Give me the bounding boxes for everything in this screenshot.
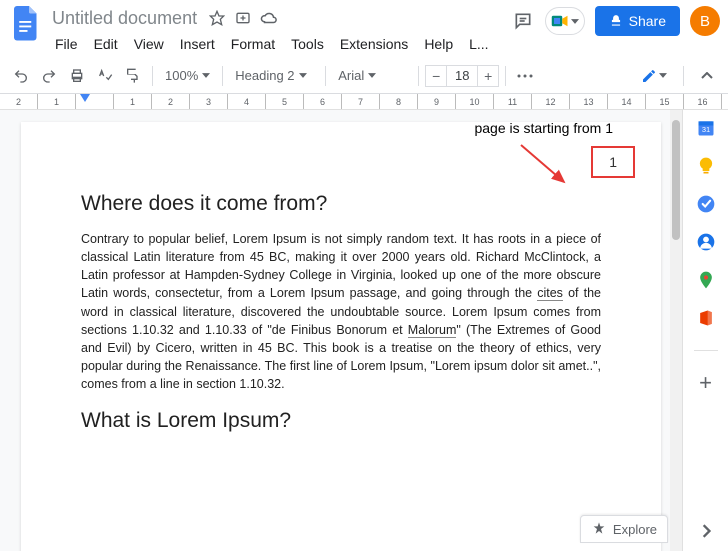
menu-view[interactable]: View <box>127 34 171 54</box>
main-area: page is starting from 1 1 Where does it … <box>0 110 728 551</box>
ruler-tick: 1 <box>38 94 76 109</box>
side-panel-separator <box>694 350 718 351</box>
ruler-tick: 15 <box>646 94 684 109</box>
menu-edit[interactable]: Edit <box>87 34 125 54</box>
menu-insert[interactable]: Insert <box>173 34 222 54</box>
font-size-increase[interactable]: + <box>477 65 499 87</box>
header-bar: Untitled document File Edit View Insert … <box>0 0 728 58</box>
menu-extensions[interactable]: Extensions <box>333 34 415 54</box>
document-scroll-area[interactable]: page is starting from 1 1 Where does it … <box>0 110 682 551</box>
style-dropdown[interactable]: Heading 2 <box>229 63 319 89</box>
ruler-tick: 13 <box>570 94 608 109</box>
heading-what-is[interactable]: What is Lorem Ipsum? <box>81 409 601 433</box>
ruler-tick: 10 <box>456 94 494 109</box>
ruler-tick: 4 <box>228 94 266 109</box>
font-dropdown[interactable]: Arial <box>332 63 412 89</box>
side-panel: 31 + <box>682 110 728 551</box>
collapse-side-panel-button[interactable] <box>696 521 716 541</box>
document-title[interactable]: Untitled document <box>48 8 201 29</box>
menu-file[interactable]: File <box>48 34 85 54</box>
menu-format[interactable]: Format <box>224 34 282 54</box>
separator <box>505 66 506 86</box>
underlined-word-cites: cites <box>537 286 563 301</box>
title-area: Untitled document File Edit View Insert … <box>48 6 511 56</box>
toolbar: 100% Heading 2 Arial − 18 + <box>0 58 728 94</box>
share-label: Share <box>629 13 666 29</box>
ruler-tick <box>722 94 728 109</box>
ruler-tick: 5 <box>266 94 304 109</box>
ruler-tick: 6 <box>304 94 342 109</box>
vertical-scrollbar[interactable] <box>670 110 682 551</box>
toolbar-right <box>635 63 720 89</box>
annotation-text: page is starting from 1 <box>474 120 613 136</box>
style-value: Heading 2 <box>235 68 294 83</box>
ruler-tick: 14 <box>608 94 646 109</box>
contacts-icon[interactable] <box>696 232 716 252</box>
ruler-tick: 8 <box>380 94 418 109</box>
docs-logo[interactable] <box>8 6 44 42</box>
heading-where-from[interactable]: Where does it come from? <box>81 192 601 216</box>
ruler-tick: 2 <box>152 94 190 109</box>
office-icon[interactable] <box>696 308 716 328</box>
ruler-tick: 3 <box>190 94 228 109</box>
ruler-tick: 7 <box>342 94 380 109</box>
menu-help[interactable]: Help <box>417 34 460 54</box>
ruler-tick: 11 <box>494 94 532 109</box>
add-addon-button[interactable]: + <box>696 373 716 393</box>
redo-button[interactable] <box>36 63 62 89</box>
move-icon[interactable] <box>233 8 253 28</box>
menu-bar: File Edit View Insert Format Tools Exten… <box>48 32 511 56</box>
explore-label: Explore <box>613 522 657 537</box>
account-avatar[interactable]: B <box>690 6 720 36</box>
separator <box>152 66 153 86</box>
calendar-icon[interactable]: 31 <box>696 118 716 138</box>
cloud-status-icon[interactable] <box>259 8 279 28</box>
maps-icon[interactable] <box>696 270 716 290</box>
editing-mode-dropdown[interactable] <box>635 65 673 87</box>
font-value: Arial <box>338 68 364 83</box>
menu-more[interactable]: L... <box>462 34 495 54</box>
font-size-value[interactable]: 18 <box>447 65 477 87</box>
ruler-tick: 16 <box>684 94 722 109</box>
collapse-toolbar-button[interactable] <box>694 63 720 89</box>
font-size-control: − 18 + <box>425 65 499 87</box>
paragraph-content[interactable]: Contrary to popular belief, Lorem Ipsum … <box>81 230 601 393</box>
ruler-tick: 9 <box>418 94 456 109</box>
ruler-tick: 1 <box>114 94 152 109</box>
print-button[interactable] <box>64 63 90 89</box>
separator <box>683 66 684 86</box>
separator <box>222 66 223 86</box>
separator <box>325 66 326 86</box>
explore-button[interactable]: Explore <box>580 515 668 543</box>
zoom-value: 100% <box>165 68 198 83</box>
share-button[interactable]: Share <box>595 6 680 36</box>
tasks-icon[interactable] <box>696 194 716 214</box>
meet-button[interactable] <box>545 7 585 35</box>
scrollbar-thumb[interactable] <box>672 120 680 240</box>
annotation-arrow-icon <box>516 140 576 190</box>
ruler-tick: 2 <box>0 94 38 109</box>
zoom-dropdown[interactable]: 100% <box>159 63 216 89</box>
ruler-tick: 12 <box>532 94 570 109</box>
text-span: Contrary to popular belief, Lorem Ipsum … <box>81 232 601 300</box>
comment-history-icon[interactable] <box>511 9 535 33</box>
document-page[interactable]: page is starting from 1 1 Where does it … <box>21 122 661 551</box>
undo-button[interactable] <box>8 63 34 89</box>
star-icon[interactable] <box>207 8 227 28</box>
keep-icon[interactable] <box>696 156 716 176</box>
svg-text:31: 31 <box>701 125 709 134</box>
more-tools-button[interactable] <box>512 63 538 89</box>
ruler-indent-marker[interactable] <box>80 94 90 102</box>
page-number: 1 <box>591 146 635 178</box>
font-size-decrease[interactable]: − <box>425 65 447 87</box>
title-row: Untitled document <box>48 6 511 30</box>
format-paint-button[interactable] <box>120 63 146 89</box>
header-right: Share B <box>511 6 720 36</box>
spellcheck-button[interactable] <box>92 63 118 89</box>
horizontal-ruler[interactable]: 211234567891011121314151617 <box>0 94 728 110</box>
menu-tools[interactable]: Tools <box>284 34 331 54</box>
underlined-word-malorum: Malorum <box>408 323 457 338</box>
separator <box>418 66 419 86</box>
